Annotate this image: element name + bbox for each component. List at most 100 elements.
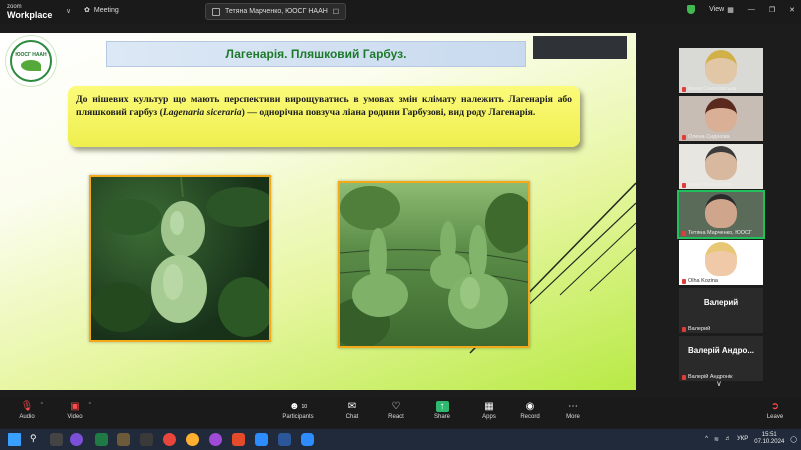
scroll-down-chevron-icon[interactable]: ∨ bbox=[716, 379, 722, 388]
meeting-label: Meeting bbox=[93, 6, 119, 14]
leaf-icon bbox=[21, 59, 41, 71]
app-icon[interactable] bbox=[140, 433, 153, 446]
notification-icon[interactable]: ◯ bbox=[790, 436, 797, 443]
chevron-up-icon[interactable]: ^ bbox=[41, 402, 43, 408]
window-controls: View ▦ — ❐ ✕ bbox=[687, 5, 795, 14]
mic-off-icon: 🎙 bbox=[20, 401, 34, 412]
participant-label: Валерий bbox=[682, 326, 710, 332]
copilot-icon[interactable] bbox=[70, 433, 83, 446]
video-button[interactable]: ▣ Video ^ bbox=[55, 401, 95, 420]
sharing-indicator[interactable]: Тетяна Марченко, ЮОСГ НААН ☐ bbox=[205, 3, 347, 20]
task-view-icon[interactable] bbox=[50, 433, 63, 446]
body-latin-name: Lagenaria siceraria bbox=[162, 107, 242, 118]
chevron-up-icon[interactable]: ^ bbox=[89, 402, 91, 408]
apps-icon: ▦ bbox=[484, 401, 494, 412]
language-indicator[interactable]: УКР bbox=[737, 436, 748, 442]
participant-name: диміт Володимир bbox=[688, 182, 733, 188]
more-button[interactable]: ⋯ More bbox=[553, 401, 593, 420]
participant-label: диміт Володимир bbox=[682, 182, 732, 188]
close-icon[interactable]: ✕ bbox=[789, 6, 795, 14]
excel-icon[interactable] bbox=[95, 433, 108, 446]
participant-video bbox=[705, 146, 737, 180]
file-explorer-icon[interactable] bbox=[117, 433, 130, 446]
office-icon[interactable] bbox=[232, 433, 245, 446]
audio-button[interactable]: 🎙 Audio ^ bbox=[7, 401, 47, 420]
restore-icon[interactable]: ❐ bbox=[769, 6, 775, 14]
participant-video bbox=[705, 98, 737, 132]
participant-name: Olha Kozina bbox=[688, 278, 718, 284]
react-label: React bbox=[388, 414, 404, 420]
tray-chevron-icon[interactable]: ^ bbox=[705, 436, 708, 442]
media-icon[interactable] bbox=[209, 433, 222, 446]
meeting-tab[interactable]: ✿ Meeting bbox=[84, 6, 119, 15]
participant-label: Ірина Соколовська bbox=[682, 86, 736, 92]
participant-display-name: Валерій Андро... bbox=[687, 346, 755, 355]
share-button[interactable]: ↑ Share bbox=[422, 401, 462, 420]
apps-label: Apps bbox=[482, 414, 496, 420]
participant-video bbox=[705, 242, 737, 276]
participant-tile[interactable]: Ірина Соколовська bbox=[679, 48, 763, 93]
more-icon: ⋯ bbox=[568, 401, 578, 412]
participant-strip[interactable]: Ірина Соколовська Олена Сидінова диміт В… bbox=[677, 48, 765, 384]
dark-overlay-box bbox=[533, 36, 627, 59]
participant-tile[interactable]: Валерий Валерий bbox=[679, 288, 763, 333]
view-button[interactable]: View ▦ bbox=[709, 6, 734, 14]
search-icon[interactable]: ⚲ bbox=[30, 433, 43, 446]
share-label: Share bbox=[433, 414, 450, 420]
sharing-label: Тетяна Марченко, ЮОСГ НААН bbox=[225, 8, 328, 15]
participant-tile[interactable]: диміт Володимир bbox=[679, 144, 763, 189]
participant-tile-active-speaker[interactable]: Тетяна Марченко, ЮОСГ bbox=[677, 190, 765, 239]
react-button[interactable]: ♡ React bbox=[376, 401, 416, 420]
institute-logo: ЮОСГ НААН bbox=[5, 35, 57, 87]
grid-icon: ▦ bbox=[727, 6, 734, 14]
view-label: View bbox=[709, 6, 725, 13]
participant-tile[interactable]: Олена Сидінова bbox=[679, 96, 763, 141]
shared-slide: ЮОСГ НААН Лагенарія. Пляшковий Гарбуз. Д… bbox=[0, 33, 636, 390]
chevron-down-icon[interactable]: ∨ bbox=[66, 7, 71, 15]
chat-button[interactable]: ✉ Chat bbox=[332, 401, 372, 420]
mic-muted-icon bbox=[682, 374, 686, 380]
volume-icon[interactable]: ♬ bbox=[725, 436, 731, 442]
windows-start-icon[interactable] bbox=[8, 433, 21, 446]
participant-name: Ірина Соколовська bbox=[688, 86, 737, 92]
participants-icon: ☻ 10 bbox=[288, 401, 308, 412]
participants-button[interactable]: ☻ 10 Participants bbox=[274, 401, 322, 420]
zoom-logo: zoom Workplace bbox=[7, 3, 53, 20]
security-shield-icon[interactable] bbox=[687, 5, 696, 14]
zoom-app-icon[interactable] bbox=[255, 433, 268, 446]
minimize-icon[interactable]: — bbox=[748, 6, 755, 13]
clock-date: 07.10.2024 bbox=[754, 439, 785, 445]
brand-bottom: Workplace bbox=[7, 10, 53, 20]
slide-body: До нішевих культур що мають перспективи … bbox=[76, 93, 572, 119]
gourd-photo-right bbox=[338, 181, 530, 348]
word-icon[interactable] bbox=[278, 433, 291, 446]
record-icon: ◉ bbox=[525, 401, 535, 412]
browser-icon[interactable] bbox=[186, 433, 199, 446]
video-off-icon: ▣ bbox=[70, 401, 80, 412]
zoom-meeting-icon[interactable] bbox=[301, 433, 314, 446]
participant-label: Тетяна Марченко, ЮОСГ bbox=[682, 230, 752, 236]
participant-tile[interactable]: Валерій Андро... Валерій Андронік bbox=[679, 336, 763, 381]
leave-button[interactable]: ➲ Leave bbox=[755, 401, 795, 420]
participant-label: Olha Kozina bbox=[682, 278, 718, 284]
gourd-photo-left bbox=[89, 175, 271, 342]
participant-display-name: Валерий bbox=[703, 298, 739, 307]
chat-label: Chat bbox=[345, 414, 359, 420]
video-label: Video bbox=[67, 414, 83, 420]
chrome-icon[interactable] bbox=[163, 433, 176, 446]
logo-text: ЮОСГ НААН bbox=[15, 51, 47, 58]
participant-tile[interactable]: Olha Kozina bbox=[679, 240, 763, 285]
apps-button[interactable]: ▦ Apps bbox=[469, 401, 509, 420]
clock[interactable]: 15:51 07.10.2024 bbox=[754, 432, 784, 446]
participants-label: Participants bbox=[282, 414, 314, 420]
mic-muted-icon bbox=[682, 134, 686, 140]
audio-label: Audio bbox=[19, 414, 35, 420]
wifi-icon[interactable]: ≋ bbox=[714, 436, 719, 443]
gourd-illustration-left bbox=[91, 177, 269, 337]
participant-name: Валерій Андронік bbox=[688, 374, 733, 380]
participant-video bbox=[705, 194, 737, 228]
record-button[interactable]: ◉ Record bbox=[510, 401, 550, 420]
participant-name: Валерий bbox=[688, 326, 711, 332]
leave-label: Leave bbox=[766, 414, 784, 420]
participant-count: 10 bbox=[301, 403, 308, 410]
